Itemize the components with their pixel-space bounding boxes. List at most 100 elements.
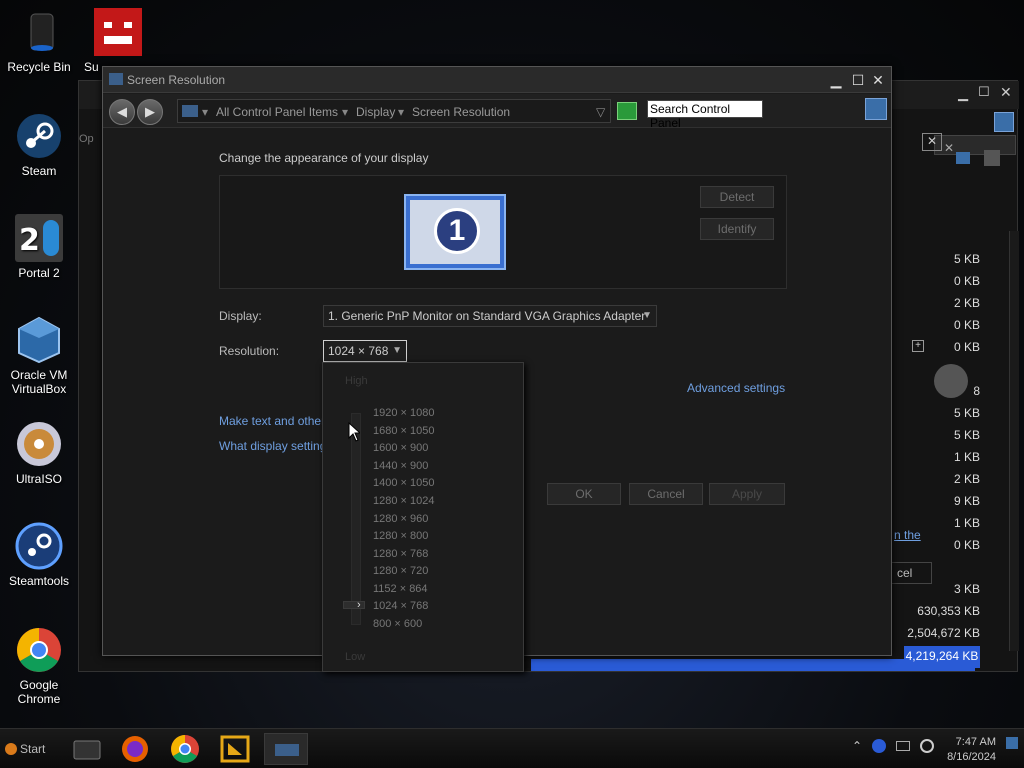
resolution-option[interactable]: 1280 × 800	[373, 530, 428, 542]
bg-close-button[interactable]: ✕	[1000, 84, 1012, 101]
breadcrumb-all-control-panel-items[interactable]: All Control Panel Items	[216, 105, 338, 119]
mouse-cursor-icon	[348, 421, 362, 445]
desktop-icon-steam[interactable]: Steam	[2, 112, 76, 178]
text-size-link[interactable]: Make text and other	[219, 414, 325, 428]
address-dropdown-icon[interactable]: ▽	[596, 105, 605, 119]
close-button[interactable]: ✕	[869, 71, 887, 89]
taskbar-app-icon[interactable]	[218, 733, 252, 765]
desktop-icon-label: Portal 2	[18, 266, 60, 280]
file-size: 0 KB	[953, 318, 980, 332]
desktop-icon-ultraiso[interactable]: UltraISO	[2, 420, 76, 486]
view-icon[interactable]	[956, 152, 970, 164]
display-settings-help-link[interactable]: What display setting	[219, 439, 326, 453]
minimize-button[interactable]: ▁	[827, 71, 845, 89]
bg-maximize-button[interactable]: ☐	[978, 84, 990, 100]
monitor-number: 1	[434, 208, 480, 254]
file-size: 5 KB	[953, 428, 980, 442]
resolution-label: Resolution:	[219, 344, 280, 358]
monitor-1-thumbnail[interactable]: 1	[404, 194, 506, 270]
resolution-option[interactable]: 1680 × 1050	[373, 425, 434, 437]
tray-volume-icon[interactable]	[920, 739, 934, 753]
taskbar-control-panel-icon[interactable]	[264, 733, 308, 765]
desktop-icon-label: Recycle Bin	[7, 60, 71, 74]
tray-steam-icon[interactable]	[872, 739, 886, 753]
resolution-option[interactable]: 1440 × 900	[373, 460, 428, 472]
tray-network-icon[interactable]	[896, 741, 910, 751]
monitor-arrangement[interactable]: 1 Detect Identify	[219, 175, 787, 289]
file-size: 5 KB	[953, 252, 980, 266]
resolution-option[interactable]: 1280 × 1024	[373, 495, 434, 507]
chevron-right-icon: ›	[357, 599, 361, 611]
resolution-slider-thumb[interactable]	[343, 601, 365, 609]
search-icon[interactable]	[865, 98, 887, 120]
background-scrollbar[interactable]	[1009, 231, 1019, 651]
resolution-option[interactable]: 1280 × 960	[373, 513, 428, 525]
tray-expand-icon[interactable]: ⌃	[852, 739, 862, 753]
taskbar-chrome-icon[interactable]	[168, 733, 202, 765]
title-bar[interactable]: Screen Resolution ▁ ☐ ✕	[103, 67, 891, 93]
steam-floating-icon	[934, 364, 968, 398]
file-size: 2,504,672 KB	[907, 626, 980, 640]
steamtools-icon	[15, 522, 63, 570]
slider-low-label: Low	[345, 651, 366, 663]
taskbar-explorer-icon[interactable]	[70, 733, 104, 765]
system-clock[interactable]: 7:47 AM 8/16/2024	[947, 735, 996, 765]
resolution-select[interactable]: 1024 × 768 ▼	[323, 340, 407, 362]
desktop-icon-portal2[interactable]: 2 Portal 2	[2, 214, 76, 280]
bg-search-button[interactable]	[994, 112, 1014, 132]
display-select[interactable]: 1. Generic PnP Monitor on Standard VGA G…	[323, 305, 657, 327]
desktop-icon-label: UltraISO	[15, 472, 62, 486]
pane-icon[interactable]	[984, 150, 1000, 166]
forward-button[interactable]: ▶	[137, 99, 163, 125]
show-desktop-icon[interactable]	[1006, 737, 1018, 749]
resolution-option[interactable]: 1600 × 900	[373, 442, 428, 454]
desktop-icon-virtualbox[interactable]: Oracle VM VirtualBox	[2, 316, 76, 396]
recycle-bin-icon	[15, 8, 63, 56]
start-button[interactable]: Start	[2, 737, 56, 761]
desktop-icon-label: Steamtools	[8, 574, 70, 588]
address-bar[interactable]: ▾ All Control Panel Items ▾ Display ▾ Sc…	[177, 99, 611, 123]
file-size: 0 KB	[953, 340, 980, 354]
desktop-icon-label: Google Chrome	[17, 678, 61, 706]
advanced-settings-link[interactable]: Advanced settings	[687, 381, 785, 395]
windows-logo-icon	[5, 743, 17, 755]
resolution-option[interactable]: 1400 × 1050	[373, 477, 434, 489]
file-size: 5 KB	[953, 406, 980, 420]
background-tab[interactable]: Op	[79, 133, 99, 153]
maximize-button[interactable]: ☐	[849, 71, 867, 89]
resolution-option[interactable]: 1152 × 864	[373, 583, 428, 595]
expand-icon[interactable]: +	[912, 340, 924, 352]
resolution-option-selected[interactable]: 1024 × 768	[373, 600, 428, 612]
desktop-icon-recycle-bin[interactable]: Recycle Bin	[2, 8, 76, 74]
super-meat-boy-icon	[94, 8, 142, 56]
detect-button[interactable]: Detect	[700, 186, 774, 208]
search-input[interactable]: Search Control Panel	[647, 100, 763, 130]
bg-close-icon[interactable]: ✕	[922, 133, 942, 151]
refresh-icon[interactable]	[617, 102, 637, 120]
resolution-dropdown[interactable]: High › Low 1920 × 1080 1680 × 1050 1600 …	[322, 362, 524, 672]
back-button[interactable]: ◀	[109, 99, 135, 125]
desktop-icon-chrome[interactable]: Google Chrome	[2, 626, 76, 706]
bg-minimize-button[interactable]: ▁	[958, 86, 968, 102]
chevron-down-icon: ▼	[392, 345, 402, 356]
resolution-option[interactable]: 800 × 600	[373, 618, 422, 630]
display-label: Display:	[219, 309, 262, 323]
file-size-selected[interactable]: 4,219,264 KB	[904, 646, 980, 668]
display-select-value: 1. Generic PnP Monitor on Standard VGA G…	[328, 309, 646, 323]
breadcrumb-display[interactable]: Display	[356, 105, 395, 119]
desktop-icon-label: Oracle VM VirtualBox	[10, 368, 68, 396]
desktop-icon-steamtools[interactable]: Steamtools	[2, 522, 76, 588]
apply-button[interactable]: Apply	[709, 483, 785, 505]
bg-link[interactable]: n the	[894, 528, 921, 542]
breadcrumb-screen-resolution[interactable]: Screen Resolution	[412, 105, 510, 119]
resolution-option[interactable]: 1280 × 768	[373, 548, 428, 560]
svg-text:2: 2	[19, 223, 40, 258]
resolution-option[interactable]: 1280 × 720	[373, 565, 428, 577]
identify-button[interactable]: Identify	[700, 218, 774, 240]
virtualbox-icon	[15, 316, 63, 364]
ok-button[interactable]: OK	[547, 483, 621, 505]
cancel-button[interactable]: Cancel	[629, 483, 703, 505]
resolution-option[interactable]: 1920 × 1080	[373, 407, 434, 419]
taskbar-firefox-icon[interactable]	[118, 733, 152, 765]
desktop-icon-super-meat-boy[interactable]: Su	[78, 8, 158, 74]
